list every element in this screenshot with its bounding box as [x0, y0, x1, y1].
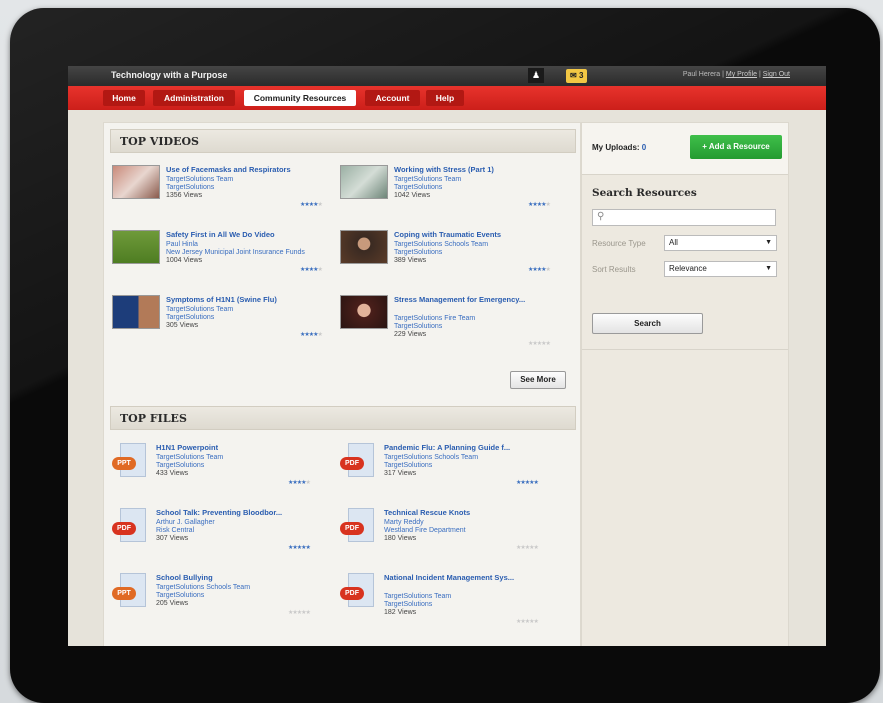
file-title[interactable]: School Bullying [156, 573, 331, 582]
pdf-file-icon[interactable]: PDF [112, 508, 150, 548]
chevron-down-icon: ▼ [765, 265, 772, 272]
file-views: 180 Views [384, 535, 417, 542]
resource-type-label: Resource Type [592, 239, 646, 248]
video-item[interactable]: Safety First in All We Do Video Paul Hin… [112, 230, 342, 292]
file-item[interactable]: PDF Pandemic Flu: A Planning Guide f... … [340, 443, 570, 505]
video-views: 229 Views [394, 331, 427, 338]
user-name: Paul Herera [682, 71, 721, 78]
rating-stars: ★★★★★ [516, 619, 539, 625]
video-title[interactable]: Safety First in All We Do Video [166, 230, 341, 239]
app-title: Technology with a Purpose [111, 70, 228, 80]
file-views: 433 Views [156, 470, 189, 477]
video-title[interactable]: Symptoms of H1N1 (Swine Flu) [166, 295, 341, 304]
main-nav: Home Administration Community Resources … [68, 86, 826, 110]
uploads-count[interactable]: 0 [642, 143, 646, 152]
file-views: 205 Views [156, 600, 189, 607]
file-title[interactable]: Technical Rescue Knots [384, 508, 559, 517]
user-icon[interactable]: ♟ [528, 68, 544, 83]
notification-count: 3 [578, 71, 584, 80]
chevron-down-icon: ▼ [765, 239, 772, 246]
sort-results-select[interactable]: Relevance ▼ [664, 261, 777, 277]
see-more-button[interactable]: See More [510, 371, 566, 389]
uploads-box: My Uploads: 0 + Add a Resource [582, 123, 788, 175]
nav-account[interactable]: Account [365, 90, 420, 106]
file-title[interactable]: Pandemic Flu: A Planning Guide f... [384, 443, 559, 452]
search-input[interactable]: ⚲ [592, 209, 776, 226]
file-item[interactable]: PDF Technical Rescue Knots Marty Reddy W… [340, 508, 570, 570]
file-item[interactable]: PDF National Incident Management Sys... … [340, 573, 570, 635]
video-thumbnail[interactable] [112, 295, 160, 329]
video-item[interactable]: Coping with Traumatic Events TargetSolut… [340, 230, 570, 292]
rating-stars: ★★★★★ [516, 480, 539, 486]
my-profile-link[interactable]: My Profile [726, 71, 757, 78]
pdf-file-icon[interactable]: PDF [340, 443, 378, 483]
rating-stars: ★★★★★ [516, 545, 539, 551]
search-icon: ⚲ [597, 211, 605, 222]
search-button[interactable]: Search [592, 313, 703, 334]
file-item[interactable]: PPT H1N1 Powerpoint TargetSolutions Team… [112, 443, 342, 505]
video-item[interactable]: Stress Management for Emergency... Targe… [340, 295, 570, 357]
video-thumbnail[interactable] [340, 230, 388, 264]
nav-administration[interactable]: Administration [153, 90, 235, 106]
rating-stars: ★★★★★ [300, 332, 323, 338]
rating-stars: ★★★★★ [528, 202, 551, 208]
screen: Technology with a Purpose ♟ ✉ 3 Paul Her… [68, 66, 826, 646]
user-links: Paul Herera | My Profile | Sign Out [682, 71, 790, 78]
resource-type-select[interactable]: All ▼ [664, 235, 777, 251]
notification-badge[interactable]: ✉ 3 [566, 69, 588, 83]
rating-stars: ★★★★★ [288, 480, 311, 486]
video-title[interactable]: Stress Management for Emergency... [394, 295, 569, 304]
my-uploads[interactable]: My Uploads: 0 [592, 143, 646, 152]
nav-help[interactable]: Help [426, 90, 464, 106]
nav-community-resources[interactable]: Community Resources [244, 90, 356, 106]
pdf-file-icon[interactable]: PDF [340, 573, 378, 613]
file-title[interactable]: School Talk: Preventing Bloodbor... [156, 508, 331, 517]
sidebar: My Uploads: 0 + Add a Resource Search Re… [581, 122, 789, 646]
video-title[interactable]: Coping with Traumatic Events [394, 230, 569, 239]
video-thumbnail[interactable] [112, 165, 160, 199]
rating-stars: ★★★★★ [300, 202, 323, 208]
file-views: 317 Views [384, 470, 417, 477]
sign-out-link[interactable]: Sign Out [763, 71, 790, 78]
rating-stars: ★★★★★ [528, 267, 551, 273]
file-views: 307 Views [156, 535, 189, 542]
top-files-heading: TOP FILES [110, 406, 576, 430]
video-title[interactable]: Working with Stress (Part 1) [394, 165, 569, 174]
video-item[interactable]: Symptoms of H1N1 (Swine Flu) TargetSolut… [112, 295, 342, 357]
video-views: 389 Views [394, 257, 427, 264]
file-views: 182 Views [384, 609, 417, 616]
video-thumbnail[interactable] [340, 295, 388, 329]
top-videos-heading: TOP VIDEOS [110, 129, 576, 153]
file-item[interactable]: PDF School Talk: Preventing Bloodbor... … [112, 508, 342, 570]
ppt-file-icon[interactable]: PPT [112, 573, 150, 613]
file-item[interactable]: PPT School Bullying TargetSolutions Scho… [112, 573, 342, 635]
file-title[interactable]: National Incident Management Sys... [384, 573, 559, 582]
ppt-file-icon[interactable]: PPT [112, 443, 150, 483]
video-thumbnail[interactable] [340, 165, 388, 199]
add-resource-button[interactable]: + Add a Resource [690, 135, 782, 159]
video-item[interactable]: Working with Stress (Part 1) TargetSolut… [340, 165, 570, 227]
tablet-frame: Technology with a Purpose ♟ ✉ 3 Paul Her… [10, 8, 880, 703]
rating-stars: ★★★★★ [288, 545, 311, 551]
top-bar: Technology with a Purpose ♟ ✉ 3 Paul Her… [68, 66, 826, 86]
nav-home[interactable]: Home [103, 90, 145, 106]
video-views: 1356 Views [166, 192, 203, 199]
pdf-file-icon[interactable]: PDF [340, 508, 378, 548]
video-views: 1004 Views [166, 257, 203, 264]
rating-stars: ★★★★★ [288, 610, 311, 616]
divider [582, 349, 788, 350]
search-resources-heading: Search Resources [592, 187, 697, 199]
video-views: 1042 Views [394, 192, 431, 199]
video-thumbnail[interactable] [112, 230, 160, 264]
video-views: 305 Views [166, 322, 199, 329]
file-title[interactable]: H1N1 Powerpoint [156, 443, 331, 452]
video-item[interactable]: Use of Facemasks and Respirators TargetS… [112, 165, 342, 227]
sort-results-label: Sort Results [592, 265, 636, 274]
video-title[interactable]: Use of Facemasks and Respirators [166, 165, 341, 174]
rating-stars: ★★★★★ [300, 267, 323, 273]
main-content: TOP VIDEOS Use of Facemasks and Respirat… [103, 122, 581, 646]
rating-stars: ★★★★★ [528, 341, 551, 347]
